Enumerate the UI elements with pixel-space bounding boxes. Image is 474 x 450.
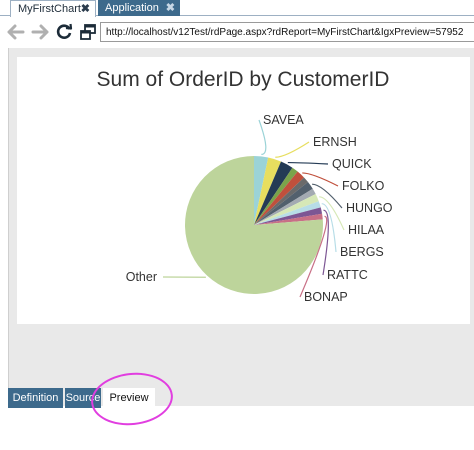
arrow-right-icon — [31, 24, 49, 40]
close-icon[interactable]: ✖ — [166, 1, 175, 14]
refresh-icon — [56, 23, 73, 39]
slice-label-bonap: BONAP — [304, 290, 348, 304]
forward-button[interactable] — [30, 21, 50, 43]
url-input[interactable]: http://localhost/v12Test/rdPage.aspx?rdR… — [100, 22, 474, 42]
navigation-bar: http://localhost/v12Test/rdPage.aspx?rdR… — [0, 17, 474, 47]
tab-myfirstchart[interactable]: MyFirstChart ✖ — [10, 0, 96, 17]
leader-line-quick — [287, 161, 329, 165]
browser-window: MyFirstChart ✖ Application ✖ http://loca… — [0, 0, 474, 450]
slice-label-other: Other — [126, 270, 157, 284]
slice-label-rattc: RATTC — [327, 268, 368, 282]
leader-line-ernsh — [275, 141, 310, 158]
preview-area: Sum of OrderID by CustomerID SAVEA ERNSH Q… — [8, 48, 474, 406]
arrow-left-icon — [7, 24, 25, 40]
slice-label-folko: FOLKO — [342, 179, 385, 193]
tab-label: MyFirstChart — [18, 3, 81, 15]
slice-label-ernsh: ERNSH — [313, 135, 357, 149]
leader-line-rattc — [322, 209, 329, 276]
slice-label-hilaa: HILAA — [348, 223, 385, 237]
tab-definition[interactable]: Definition — [8, 388, 63, 408]
pie-chart: Sum of OrderID by CustomerID SAVEA ERNSH Q… — [97, 68, 393, 304]
refresh-button[interactable] — [54, 21, 74, 43]
slice-label-savea: SAVEA — [263, 113, 304, 127]
windows-icon — [80, 24, 96, 40]
tab-strip: MyFirstChart ✖ Application ✖ — [0, 0, 474, 17]
slice-label-quick: QUICK — [332, 157, 372, 171]
tab-label: Application — [105, 2, 159, 14]
close-icon[interactable]: ✖ — [81, 2, 90, 15]
tab-application[interactable]: Application ✖ — [98, 0, 180, 16]
open-window-button[interactable] — [78, 21, 98, 43]
slice-label-hungo: HUNGO — [346, 201, 393, 215]
slice-label-bergs: BERGS — [340, 245, 384, 259]
chart-title: Sum of OrderID by CustomerID — [97, 68, 390, 91]
back-button[interactable] — [6, 21, 26, 43]
chart-panel: Sum of OrderID by CustomerID SAVEA ERNSH Q… — [17, 57, 470, 324]
